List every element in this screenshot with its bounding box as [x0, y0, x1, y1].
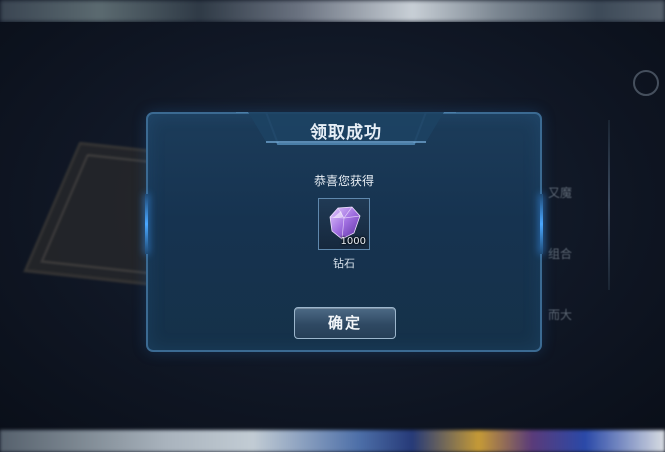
background-bottom-strip [0, 430, 665, 452]
confirm-button[interactable]: 确定 [294, 307, 396, 339]
dialog-left-glow [145, 194, 148, 254]
background-label-3: 而大 [548, 308, 573, 322]
dialog-right-glow [540, 194, 543, 254]
reward-quantity: 1000 [340, 236, 366, 247]
congrats-message: 恭喜您获得 [313, 174, 374, 188]
background-circle-icon [633, 70, 659, 96]
reward-item-slot[interactable]: 1000 [318, 198, 370, 250]
background-label-1: 又魔 [548, 186, 573, 200]
dialog-title: 领取成功 [310, 123, 382, 143]
background-top-strip [0, 0, 665, 22]
background-label-2: 组合 [548, 247, 573, 261]
reward-name: 钻石 [333, 257, 355, 270]
background-scrollbar [608, 120, 610, 290]
dialog-title-tab: 领取成功 [236, 112, 456, 146]
reward-dialog: 领取成功 恭喜您获得 1000 钻石 确定 [145, 112, 543, 352]
